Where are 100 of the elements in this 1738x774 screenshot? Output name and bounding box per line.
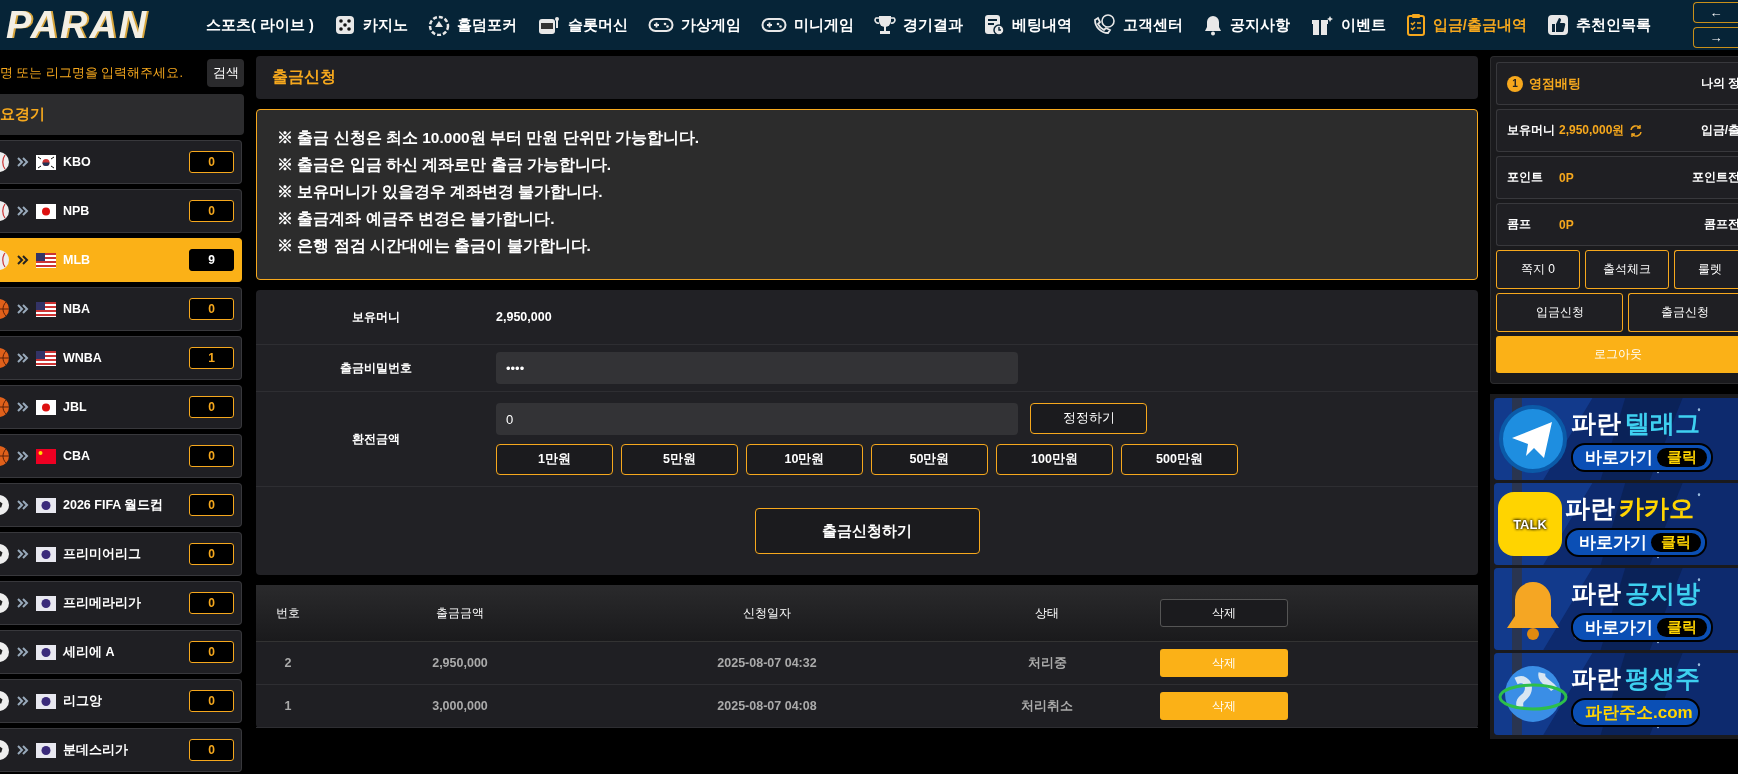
league-emblem-icon bbox=[36, 595, 56, 611]
league-item[interactable]: KBO 0 bbox=[0, 140, 242, 184]
search-button[interactable]: 검색 bbox=[207, 59, 244, 87]
arrow-button[interactable]: ← bbox=[1693, 2, 1738, 23]
account-link[interactable]: 콤프전 bbox=[1704, 216, 1738, 233]
league-name: 분데스리가 bbox=[63, 741, 129, 759]
double-chevron-icon bbox=[17, 549, 29, 559]
game-count: 9 bbox=[189, 249, 234, 271]
nav-item[interactable]: 카지노 bbox=[333, 14, 408, 36]
league-item[interactable]: NBA 0 bbox=[0, 287, 242, 331]
game-count: 0 bbox=[189, 396, 234, 418]
delete-button[interactable]: 삭제 bbox=[1160, 599, 1288, 627]
reset-button[interactable]: 정정하기 bbox=[1030, 403, 1147, 434]
quick-amount-button[interactable]: 100만원 bbox=[996, 444, 1113, 475]
nav-item[interactable]: 스포츠( 라이브 ) bbox=[206, 15, 314, 35]
league-item[interactable]: CBA 0 bbox=[0, 434, 242, 478]
nav-item[interactable]: 가상게임 bbox=[647, 15, 741, 35]
league-item[interactable]: 세리에 A 0 bbox=[0, 630, 242, 674]
submit-button[interactable]: 출금신청하기 bbox=[754, 508, 980, 554]
password-field[interactable]: •••• bbox=[496, 352, 1018, 384]
league-item[interactable]: JBL 0 bbox=[0, 385, 242, 429]
banner-click-tag: 클릭 bbox=[1657, 617, 1707, 637]
banner-title: 파란 bbox=[1571, 662, 1621, 694]
my-info-link[interactable]: 나의 정 bbox=[1700, 75, 1738, 92]
banner-title: 파란 bbox=[1571, 407, 1621, 439]
game-count: 0 bbox=[189, 690, 234, 712]
sidebar-heading: 요경기 bbox=[0, 94, 244, 135]
double-chevron-icon bbox=[17, 745, 29, 755]
league-item[interactable]: NPB 0 bbox=[0, 189, 242, 233]
arrow-button[interactable]: → bbox=[1693, 27, 1738, 48]
promo-banner[interactable]: TALK 파란 카카오 바로가기 클릭 bbox=[1494, 483, 1738, 565]
promo-banner[interactable]: 파란 평생주 파란주소.com bbox=[1494, 653, 1738, 735]
banner-title: 파란 bbox=[1571, 577, 1621, 609]
nav-item[interactable]: 경기결과 bbox=[873, 14, 963, 36]
flag-icon bbox=[36, 448, 56, 464]
flag-icon bbox=[36, 301, 56, 317]
paper-plane-icon bbox=[1498, 404, 1568, 474]
field-label: 환전금액 bbox=[351, 430, 401, 448]
quick-amount-button[interactable]: 1만원 bbox=[496, 444, 613, 475]
league-item[interactable]: 프리미어리그 0 bbox=[0, 532, 242, 576]
account-link[interactable]: 포인트전 bbox=[1692, 169, 1738, 186]
dice-icon bbox=[333, 14, 356, 36]
refresh-icon[interactable] bbox=[1628, 123, 1645, 138]
slot-machine-icon bbox=[536, 14, 561, 36]
search-field[interactable]: 명 또는 리그명을 입력해주세요. bbox=[0, 64, 183, 82]
account-value: 0P bbox=[1559, 217, 1574, 232]
account-value: 0P bbox=[1559, 170, 1574, 185]
nav-item[interactable]: 고객센터 bbox=[1091, 14, 1183, 36]
amount-field[interactable]: 0 bbox=[496, 403, 1018, 435]
account-button[interactable]: 출금신청 bbox=[1628, 293, 1738, 332]
table-cell-text: 2025-08-07 04:08 bbox=[716, 699, 818, 713]
league-name: 리그앙 bbox=[63, 692, 103, 710]
game-count: 0 bbox=[189, 494, 234, 516]
nav-item[interactable]: 공지사항 bbox=[1202, 14, 1290, 36]
nav-item[interactable]: 추천인목록 bbox=[1546, 14, 1651, 36]
account-button[interactable]: 입금신청 bbox=[1496, 293, 1623, 332]
balance-value: 2,950,000 bbox=[496, 310, 552, 324]
table-cell-text: 3,000,000 bbox=[431, 699, 489, 713]
nav-item[interactable]: 입금/출금내역 bbox=[1405, 13, 1527, 37]
nav-item[interactable]: 베팅내역 bbox=[982, 14, 1072, 36]
nav-item[interactable]: 미니게임 bbox=[760, 15, 854, 35]
league-name: JBL bbox=[63, 400, 88, 414]
quick-amount-button[interactable]: 5만원 bbox=[621, 444, 738, 475]
column-header: 신청일자 bbox=[742, 604, 792, 622]
league-item[interactable]: 프리메라리가 0 bbox=[0, 581, 242, 625]
nav-item[interactable]: 슬롯머신 bbox=[536, 14, 628, 36]
game-count: 0 bbox=[189, 641, 234, 663]
banner-link-text: 바로가기 bbox=[1585, 616, 1653, 639]
league-name: 프리메라리가 bbox=[63, 594, 142, 612]
double-chevron-icon bbox=[17, 206, 29, 216]
logo[interactable]: PARAN bbox=[0, 3, 206, 47]
account-button[interactable]: 룰렛 bbox=[1674, 250, 1738, 289]
table-cell-text: 1 bbox=[283, 699, 293, 713]
field-label: 보유머니 bbox=[351, 308, 401, 326]
double-chevron-icon bbox=[17, 157, 29, 167]
double-chevron-icon bbox=[17, 598, 29, 608]
account-button[interactable]: 쪽지 0 bbox=[1496, 250, 1580, 289]
promo-banner[interactable]: 파란 텔래그 바로가기 클릭 bbox=[1494, 398, 1738, 480]
league-item[interactable]: WNBA 1 bbox=[0, 336, 242, 380]
table-cell-text: 2 bbox=[283, 656, 293, 670]
league-item[interactable]: 2026 FIFA 월드컵 0 bbox=[0, 483, 242, 527]
table-cell-text: 처리취소 bbox=[1020, 697, 1074, 715]
promo-banner[interactable]: 파란 공지방 바로가기 클릭 bbox=[1494, 568, 1738, 650]
nav-item[interactable]: 홀덤포커 bbox=[427, 14, 517, 36]
double-chevron-icon bbox=[17, 451, 29, 461]
quick-amount-button[interactable]: 10만원 bbox=[746, 444, 863, 475]
double-chevron-icon bbox=[17, 647, 29, 657]
league-item[interactable]: 리그앙 0 bbox=[0, 679, 242, 723]
league-name: 세리에 A bbox=[63, 643, 116, 661]
league-item[interactable]: MLB 9 bbox=[0, 238, 242, 282]
notice-text: ※ 보유머니가 있을경우 계좌변경 불가합니다. bbox=[277, 182, 604, 202]
quick-amount-button[interactable]: 500만원 bbox=[1121, 444, 1238, 475]
game-count: 0 bbox=[189, 445, 234, 467]
account-button[interactable]: 출석체크 bbox=[1585, 250, 1669, 289]
notice-text: ※ 출금 신청은 최소 10.000원 부터 만원 단위만 가능합니다. bbox=[277, 128, 701, 148]
notice-text: ※ 출금계좌 예금주 변경은 불가합니다. bbox=[277, 209, 556, 229]
nav-item[interactable]: 이벤트 bbox=[1309, 14, 1386, 36]
quick-amount-button[interactable]: 50만원 bbox=[871, 444, 988, 475]
table-cell-text: 2,950,000 bbox=[431, 656, 489, 670]
league-item[interactable]: 분데스리가 0 bbox=[0, 728, 242, 772]
